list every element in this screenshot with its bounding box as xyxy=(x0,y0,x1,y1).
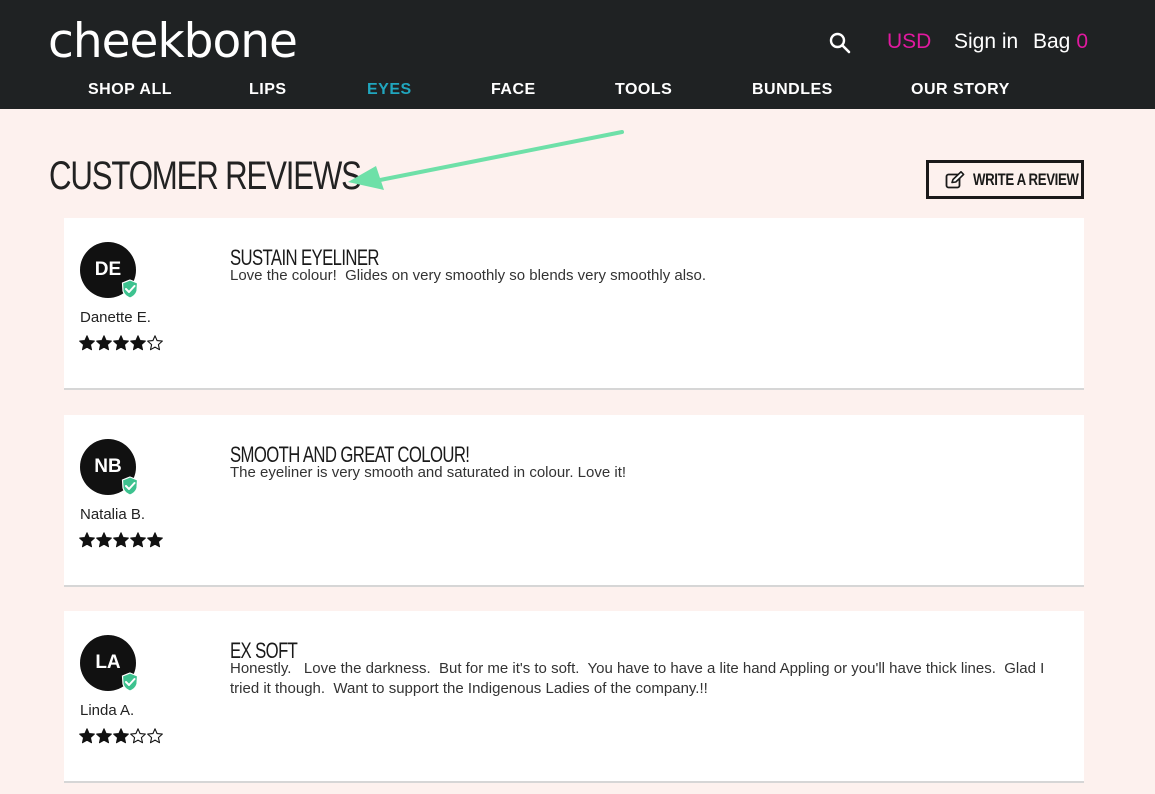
star-empty-icon xyxy=(130,728,146,744)
star-rating xyxy=(79,335,163,351)
star-filled-icon xyxy=(113,532,129,548)
annotation-arrow xyxy=(348,130,624,190)
star-filled-icon xyxy=(79,532,95,548)
review-card: NB Natalia B. SMOOTH AND GREAT COLOUR! T… xyxy=(64,415,1084,587)
star-filled-icon xyxy=(96,335,112,351)
search-icon[interactable] xyxy=(828,31,852,55)
star-filled-icon xyxy=(113,728,129,744)
star-filled-icon xyxy=(96,532,112,548)
bag-count: 0 xyxy=(1076,30,1089,53)
star-empty-icon xyxy=(147,728,163,744)
nav-our-story[interactable]: OUR STORY xyxy=(911,80,1010,100)
review-card: LA Linda A. EX SOFT Honestly. Love the d… xyxy=(64,611,1084,783)
write-review-button[interactable]: WRITE A REVIEW xyxy=(926,160,1084,199)
review-card: DE Danette E. SUSTAIN EYELINER Love the … xyxy=(64,218,1084,390)
nav-face[interactable]: FACE xyxy=(491,80,536,100)
logo[interactable]: cheekbone xyxy=(48,12,298,72)
review-body: Honestly. Love the darkness. But for me … xyxy=(230,660,1049,697)
currency-selector[interactable]: USD xyxy=(887,28,931,56)
star-filled-icon xyxy=(96,728,112,744)
nav-tools[interactable]: TOOLS xyxy=(615,80,672,100)
sign-in-link[interactable]: Sign in xyxy=(954,28,1018,56)
star-rating xyxy=(79,532,163,548)
page-title: CUSTOMER REVIEWS xyxy=(49,154,362,198)
star-filled-icon xyxy=(130,335,146,351)
edit-icon xyxy=(945,171,965,189)
star-empty-icon xyxy=(147,335,163,351)
reviewer-name: Natalia B. xyxy=(80,506,146,523)
star-rating xyxy=(79,728,163,744)
verified-check-icon xyxy=(121,279,139,299)
star-filled-icon xyxy=(130,532,146,548)
review-body: The eyeliner is very smooth and saturate… xyxy=(230,464,627,481)
verified-check-icon xyxy=(121,672,139,692)
nav-shop-all[interactable]: SHOP ALL xyxy=(88,80,172,100)
nav-lips[interactable]: LIPS xyxy=(249,80,287,100)
bag-label: Bag xyxy=(1033,30,1071,53)
write-review-label: WRITE A REVIEW xyxy=(973,170,1079,189)
star-filled-icon xyxy=(147,532,163,548)
star-filled-icon xyxy=(113,335,129,351)
reviewer-name: Linda A. xyxy=(80,702,135,719)
bag-link[interactable]: Bag 0 xyxy=(1033,28,1088,56)
header: cheekbone USD Sign in Bag 0 SHOP ALL LIPS… xyxy=(0,0,1155,109)
nav-eyes[interactable]: EYES xyxy=(367,80,412,100)
star-filled-icon xyxy=(79,335,95,351)
star-filled-icon xyxy=(79,728,95,744)
review-body: Love the colour! Glides on very smoothly… xyxy=(230,267,707,284)
verified-check-icon xyxy=(121,476,139,496)
nav-bundles[interactable]: BUNDLES xyxy=(752,80,833,100)
reviewer-name: Danette E. xyxy=(80,309,151,326)
